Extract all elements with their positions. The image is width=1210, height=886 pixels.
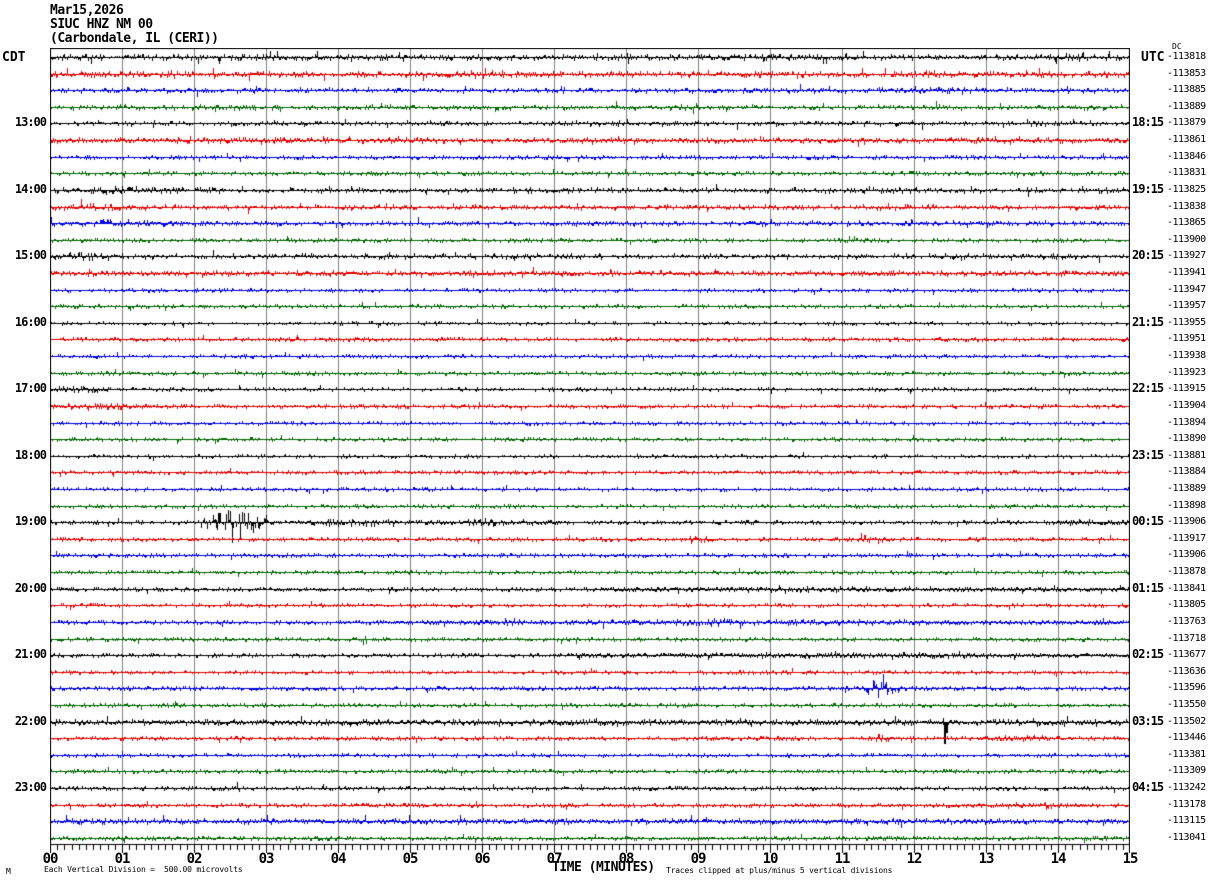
left-hour-label: 20:00: [14, 581, 47, 595]
trace-value-label: -113947: [1167, 284, 1206, 295]
left-hour-label: 21:00: [14, 647, 47, 661]
right-hour-label: 01:15: [1132, 581, 1164, 595]
header-location: (Carbondale, IL (CERI)): [50, 31, 219, 46]
trace-value-label: -113889: [1167, 483, 1206, 494]
helicorder-page: Mar15,2026 SIUC HNZ NM 00 (Carbondale, I…: [0, 0, 1210, 886]
trace-value-label: -113941: [1167, 267, 1206, 278]
trace-value-label: -113906: [1167, 549, 1206, 560]
trace-value-label: -113955: [1167, 317, 1206, 328]
x-tick-label: 14: [1050, 851, 1067, 867]
right-hour-label: 00:15: [1132, 514, 1164, 528]
clip-note: Traces clipped at plus/minus 5 vertical …: [666, 866, 893, 875]
left-hour-label: 18:00: [14, 448, 47, 462]
trace-value-label: -113906: [1167, 516, 1206, 527]
trace-value-label: -113923: [1167, 367, 1206, 378]
left-hour-label: 22:00: [14, 714, 47, 728]
right-hour-label: 22:15: [1132, 381, 1164, 395]
left-hour-label: 13:00: [14, 115, 47, 129]
x-tick-label: 05: [402, 851, 419, 867]
trace-value-label: -113938: [1167, 350, 1206, 361]
right-hour-label: 23:15: [1132, 448, 1164, 462]
trace-value-label: -113884: [1167, 466, 1206, 477]
trace-value-label: -113818: [1167, 51, 1206, 62]
x-tick-label: 09: [690, 851, 707, 867]
right-axis-label: UTC: [1141, 50, 1165, 65]
trace-value-label: -113677: [1167, 649, 1206, 660]
left-hour-label: 15:00: [14, 248, 47, 262]
trace-value-label: -113881: [1167, 450, 1206, 461]
trace-value-label: -113381: [1167, 749, 1206, 760]
trace-value-label: -113900: [1167, 234, 1206, 245]
trace-value-label: -113825: [1167, 184, 1206, 195]
trace-value-label: -113838: [1167, 201, 1206, 212]
trace-value-label: -113846: [1167, 151, 1206, 162]
trace-value-label: -113446: [1167, 732, 1206, 743]
trace-value-label: -113550: [1167, 699, 1206, 710]
x-tick-label: 15: [1122, 851, 1139, 867]
trace-value-label: -113718: [1167, 633, 1206, 644]
left-hour-label: 16:00: [14, 315, 47, 329]
right-hour-label: 03:15: [1132, 714, 1164, 728]
trace-value-label: -113917: [1167, 533, 1206, 544]
trace-value-label: -113865: [1167, 217, 1206, 228]
trace-value-label: -113879: [1167, 117, 1206, 128]
x-tick-label: 06: [474, 851, 491, 867]
trace-value-label: -113178: [1167, 799, 1206, 810]
trace-value-label: -113898: [1167, 500, 1206, 511]
x-tick-label: 11: [834, 851, 851, 867]
header-date: Mar15,2026: [50, 3, 124, 18]
trace-value-label: -113927: [1167, 250, 1206, 261]
right-hour-label: 21:15: [1132, 315, 1164, 329]
trace-value-label: -113894: [1167, 417, 1206, 428]
right-hour-label: 18:15: [1132, 115, 1164, 129]
trace-value-label: -113041: [1167, 832, 1206, 843]
x-axis-title: TIME (MINUTES): [552, 860, 655, 875]
trace-value-label: -113596: [1167, 682, 1206, 693]
scale-note: Each Vertical Division = 500.00 microvol…: [44, 865, 243, 874]
x-tick-label: 12: [906, 851, 923, 867]
trace-value-label: -113861: [1167, 134, 1206, 145]
trace-value-label: -113889: [1167, 101, 1206, 112]
right-hour-label: 02:15: [1132, 647, 1164, 661]
trace-value-label: -113904: [1167, 400, 1206, 411]
trace-value-label: -113885: [1167, 84, 1206, 95]
trace-value-label: -113841: [1167, 583, 1206, 594]
x-tick-label: 10: [762, 851, 779, 867]
x-tick-label: 03: [258, 851, 275, 867]
right-hour-label: 04:15: [1132, 780, 1164, 794]
dc-label: DC: [1172, 42, 1182, 51]
left-hour-label: 14:00: [14, 182, 47, 196]
trace-value-label: -113805: [1167, 599, 1206, 610]
right-hour-label: 20:15: [1132, 248, 1164, 262]
left-hour-label: 23:00: [14, 780, 47, 794]
trace-value-label: -113831: [1167, 167, 1206, 178]
header-station: SIUC HNZ NM 00: [50, 17, 153, 32]
trace-value-label: -113915: [1167, 383, 1206, 394]
seismogram-canvas: [50, 48, 1130, 854]
trace-value-label: -113242: [1167, 782, 1206, 793]
trace-value-label: -113502: [1167, 716, 1206, 727]
trace-value-label: -113890: [1167, 433, 1206, 444]
x-tick-label: 04: [330, 851, 347, 867]
trace-value-label: -113115: [1167, 815, 1206, 826]
right-hour-label: 19:15: [1132, 182, 1164, 196]
corner-glyph: M: [6, 867, 11, 876]
trace-value-label: -113853: [1167, 68, 1206, 79]
left-hour-label: 17:00: [14, 381, 47, 395]
trace-value-label: -113636: [1167, 666, 1206, 677]
left-hour-label: 19:00: [14, 514, 47, 528]
trace-value-label: -113763: [1167, 616, 1206, 627]
trace-value-label: -113878: [1167, 566, 1206, 577]
left-axis-label: CDT: [2, 50, 26, 65]
x-tick-label: 13: [978, 851, 995, 867]
trace-value-label: -113951: [1167, 333, 1206, 344]
trace-value-label: -113309: [1167, 765, 1206, 776]
trace-value-label: -113957: [1167, 300, 1206, 311]
